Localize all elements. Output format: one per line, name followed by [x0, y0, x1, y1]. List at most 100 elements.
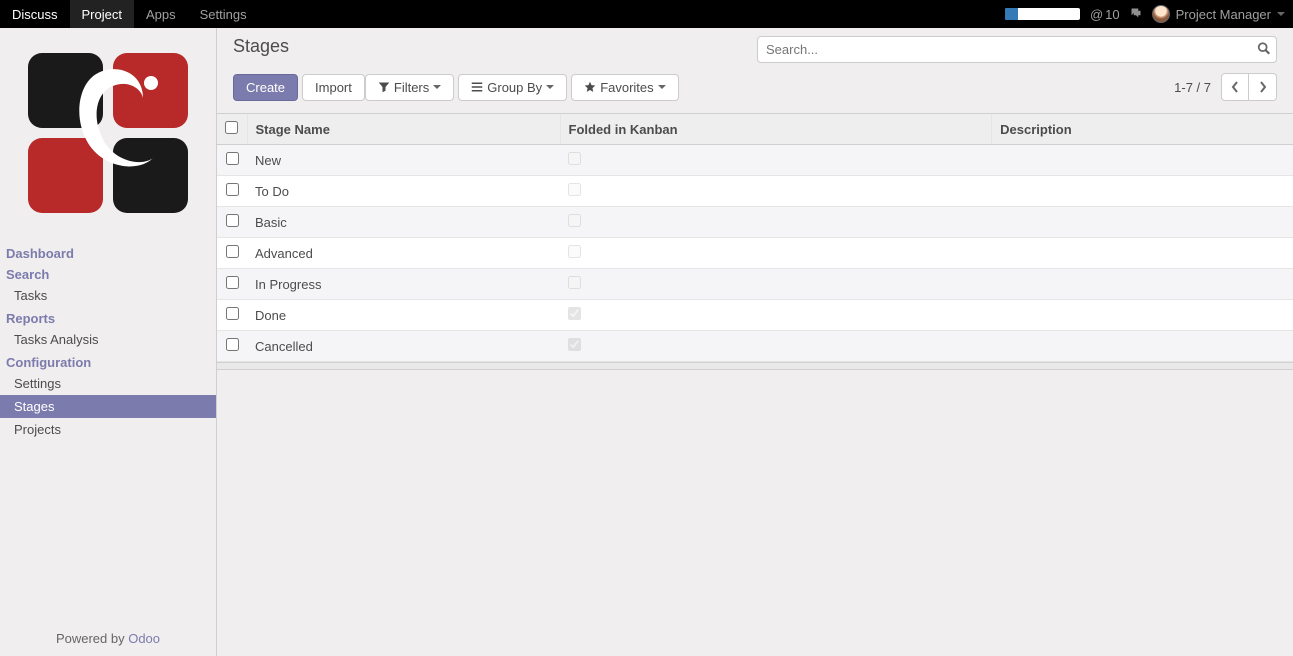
chat-icon[interactable]: [1130, 7, 1142, 22]
sidebar-section-reports[interactable]: Reports: [0, 307, 216, 328]
folded-checkbox: [568, 183, 581, 196]
row-select-cell: [217, 176, 247, 207]
create-button[interactable]: Create: [233, 74, 298, 101]
nav-item-project[interactable]: Project: [70, 0, 134, 28]
table-header-row: Stage Name Folded in Kanban Description: [217, 114, 1293, 145]
folded-checkbox: [568, 245, 581, 258]
chevron-down-icon: [1277, 12, 1285, 16]
folded-checkbox: [568, 307, 581, 320]
navbar-left: DiscussProjectAppsSettings: [0, 0, 259, 28]
cell-stage-name: New: [247, 145, 560, 176]
cell-folded: [560, 238, 992, 269]
company-logo[interactable]: [23, 48, 193, 218]
cell-description: [992, 269, 1293, 300]
top-navbar: DiscussProjectAppsSettings @ 10 Project …: [0, 0, 1293, 28]
sidebar-item-settings[interactable]: Settings: [0, 372, 216, 395]
list-icon: [471, 81, 483, 93]
main-container: DashboardSearchTasksReportsTasks Analysi…: [0, 28, 1293, 656]
cell-stage-name: Basic: [247, 207, 560, 238]
search-icon[interactable]: [1257, 41, 1271, 58]
folded-checkbox: [568, 276, 581, 289]
at-icon: @: [1090, 7, 1103, 22]
progress-fill: [1005, 8, 1019, 20]
chevron-down-icon: [433, 85, 441, 89]
table-row[interactable]: In Progress: [217, 269, 1293, 300]
import-button[interactable]: Import: [302, 74, 365, 101]
row-select-cell: [217, 269, 247, 300]
select-all-checkbox[interactable]: [225, 121, 238, 134]
sidebar-footer: Powered by Odoo: [0, 621, 216, 656]
pager-prev-button[interactable]: [1221, 73, 1249, 101]
table-row[interactable]: New: [217, 145, 1293, 176]
cell-stage-name: To Do: [247, 176, 560, 207]
notification-count[interactable]: @ 10: [1090, 7, 1120, 22]
table-row[interactable]: Done: [217, 300, 1293, 331]
cp-top: Stages: [233, 36, 1277, 63]
search-input[interactable]: [757, 36, 1277, 63]
groupby-label: Group By: [487, 80, 542, 95]
avatar: [1152, 5, 1170, 23]
sidebar: DashboardSearchTasksReportsTasks Analysi…: [0, 28, 217, 656]
folded-checkbox: [568, 338, 581, 351]
sidebar-item-stages[interactable]: Stages: [0, 395, 216, 418]
table-row[interactable]: To Do: [217, 176, 1293, 207]
progress-indicator[interactable]: [1005, 8, 1080, 20]
footer-link[interactable]: Odoo: [128, 631, 160, 646]
table-row[interactable]: Basic: [217, 207, 1293, 238]
row-select-checkbox[interactable]: [226, 152, 239, 165]
row-select-cell: [217, 145, 247, 176]
control-panel: Stages Create Import Filters: [217, 28, 1293, 113]
filters-button[interactable]: Filters: [365, 74, 454, 101]
sidebar-section-search[interactable]: Search: [0, 263, 216, 284]
folded-checkbox: [568, 214, 581, 227]
sidebar-section-configuration[interactable]: Configuration: [0, 351, 216, 372]
cell-description: [992, 207, 1293, 238]
chevron-down-icon: [658, 85, 666, 89]
table-footer: [217, 362, 1293, 370]
favorites-button[interactable]: Favorites: [571, 74, 678, 101]
search-options: Filters Group By Favorites: [365, 74, 679, 101]
column-stage-name[interactable]: Stage Name: [247, 114, 560, 145]
groupby-button[interactable]: Group By: [458, 74, 567, 101]
cell-folded: [560, 331, 992, 362]
row-select-checkbox[interactable]: [226, 338, 239, 351]
nav-item-settings[interactable]: Settings: [188, 0, 259, 28]
table-row[interactable]: Advanced: [217, 238, 1293, 269]
nav-item-discuss[interactable]: Discuss: [0, 0, 70, 28]
cell-stage-name: Done: [247, 300, 560, 331]
row-select-checkbox[interactable]: [226, 276, 239, 289]
table-row[interactable]: Cancelled: [217, 331, 1293, 362]
favorites-label: Favorites: [600, 80, 653, 95]
cell-description: [992, 176, 1293, 207]
cell-stage-name: Cancelled: [247, 331, 560, 362]
cp-bottom: Create Import Filters Group By: [233, 73, 1277, 101]
row-select-checkbox[interactable]: [226, 214, 239, 227]
row-select-checkbox[interactable]: [226, 183, 239, 196]
column-folded[interactable]: Folded in Kanban: [560, 114, 992, 145]
sidebar-item-tasks-analysis[interactable]: Tasks Analysis: [0, 328, 216, 351]
row-select-checkbox[interactable]: [226, 307, 239, 320]
page-title: Stages: [233, 36, 289, 57]
row-select-cell: [217, 207, 247, 238]
table-container: Stage Name Folded in Kanban Description …: [217, 113, 1293, 370]
row-select-cell: [217, 238, 247, 269]
cell-stage-name: In Progress: [247, 269, 560, 300]
cell-folded: [560, 269, 992, 300]
row-select-checkbox[interactable]: [226, 245, 239, 258]
cell-stage-name: Advanced: [247, 238, 560, 269]
pager: 1-7 / 7: [1174, 73, 1277, 101]
cell-description: [992, 145, 1293, 176]
pager-text: 1-7 / 7: [1174, 80, 1211, 95]
cell-description: [992, 300, 1293, 331]
pager-next-button[interactable]: [1249, 73, 1277, 101]
sidebar-section-dashboard[interactable]: Dashboard: [0, 242, 216, 263]
sidebar-item-tasks[interactable]: Tasks: [0, 284, 216, 307]
column-description[interactable]: Description: [992, 114, 1293, 145]
cell-folded: [560, 207, 992, 238]
chevron-down-icon: [546, 85, 554, 89]
select-all-header: [217, 114, 247, 145]
filter-icon: [378, 81, 390, 93]
user-menu[interactable]: Project Manager: [1152, 5, 1285, 23]
nav-item-apps[interactable]: Apps: [134, 0, 188, 28]
sidebar-item-projects[interactable]: Projects: [0, 418, 216, 441]
